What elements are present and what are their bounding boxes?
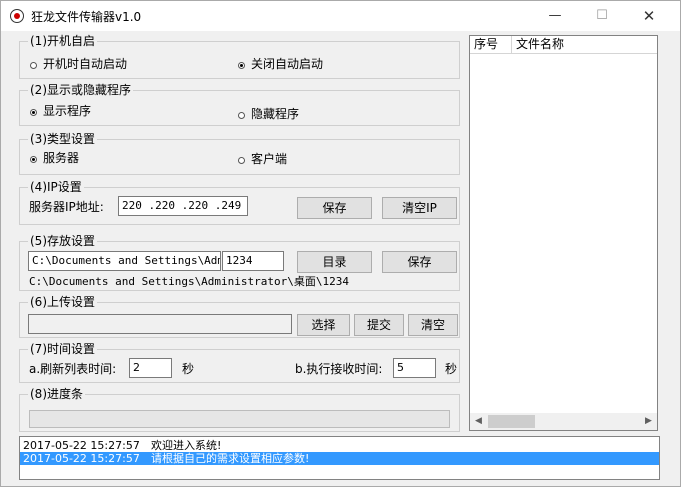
type-server-radio[interactable]: 服务器 [30, 151, 79, 165]
autostart-off-label: 关闭自动启动 [251, 57, 324, 71]
maximize-button[interactable]: ☐ [582, 5, 622, 27]
clear-ip-button[interactable]: 清空IP [382, 197, 457, 219]
autostart-off-radio[interactable]: 关闭自动启动 [238, 57, 323, 71]
display-show-radio[interactable]: 显示程序 [30, 104, 91, 118]
submit-button[interactable]: 提交 [354, 314, 404, 336]
display-hide-radio[interactable]: 隐藏程序 [238, 107, 299, 121]
title-bar[interactable]: 狂龙文件传输器v1.0 — ☐ ✕ [1, 1, 680, 31]
storage-legend: (5)存放设置 [28, 233, 97, 249]
upload-legend: (6)上传设置 [28, 294, 97, 310]
file-list[interactable]: 序号 文件名称 ◀ ▶ [469, 35, 658, 431]
save-storage-button[interactable]: 保存 [382, 251, 457, 273]
display-hide-label: 隐藏程序 [251, 107, 300, 121]
column-header-index[interactable]: 序号 [470, 36, 512, 53]
progress-legend: (8)进度条 [28, 386, 85, 402]
clear-upload-button[interactable]: 清空 [408, 314, 458, 336]
log-entry-selected[interactable]: 2017-05-22 15:27:57 请根据自己的需求设置相应参数! [20, 452, 659, 465]
autostart-group: (1)开机自启 开机时自动启动 关闭自动启动 [19, 33, 460, 79]
storage-full-path: C:\Documents and Settings\Administrator\… [29, 275, 350, 288]
radio-unchecked-icon [30, 62, 37, 69]
type-group: (3)类型设置 服务器 客户端 [19, 131, 460, 175]
upload-path-input[interactable] [28, 314, 292, 334]
type-client-label: 客户端 [251, 152, 288, 166]
log-list[interactable]: 2017-05-22 15:27:57 欢迎进入系统! 2017-05-22 1… [19, 436, 660, 480]
refresh-interval-label: a.刷新列表时间: [29, 362, 117, 376]
window-title: 狂龙文件传输器v1.0 [31, 10, 142, 24]
receive-interval-label: b.执行接收时间: [295, 362, 383, 376]
log-time: 2017-05-22 15:27:57 [23, 439, 140, 452]
radio-checked-icon [238, 62, 245, 69]
log-time: 2017-05-22 15:27:57 [23, 452, 140, 465]
progress-bar [29, 410, 450, 428]
autostart-on-label: 开机时自动启动 [43, 57, 128, 71]
ip-group: (4)IP设置 服务器IP地址: 220 .220 .220 .249 保存 清… [19, 179, 460, 225]
timing-group: (7)时间设置 a.刷新列表时间: 2 秒 b.执行接收时间: 5 秒 [19, 341, 460, 383]
server-ip-label: 服务器IP地址: [29, 200, 104, 214]
server-ip-input[interactable]: 220 .220 .220 .249 [118, 196, 248, 216]
scrollbar-thumb[interactable] [488, 415, 535, 428]
receive-unit-label: 秒 [445, 362, 458, 376]
radio-checked-icon [30, 156, 37, 163]
log-entry[interactable]: 2017-05-22 15:27:57 欢迎进入系统! [20, 439, 659, 452]
refresh-interval-input[interactable]: 2 [129, 358, 172, 378]
app-window: 狂龙文件传输器v1.0 — ☐ ✕ (1)开机自启 开机时自动启动 关闭自动启动… [0, 0, 681, 487]
scroll-right-icon[interactable]: ▶ [640, 413, 657, 430]
autostart-legend: (1)开机自启 [28, 33, 97, 49]
type-client-radio[interactable]: 客户端 [238, 152, 287, 166]
radio-unchecked-icon [238, 112, 245, 119]
storage-path-input[interactable]: C:\Documents and Settings\Admini [28, 251, 221, 271]
type-server-label: 服务器 [43, 151, 80, 165]
horizontal-scrollbar[interactable]: ◀ ▶ [470, 413, 657, 430]
save-ip-button[interactable]: 保存 [297, 197, 372, 219]
radio-checked-icon [30, 109, 37, 116]
display-legend: (2)显示或隐藏程序 [28, 82, 133, 98]
storage-group: (5)存放设置 C:\Documents and Settings\Admini… [19, 233, 460, 291]
type-legend: (3)类型设置 [28, 131, 97, 147]
display-group: (2)显示或隐藏程序 显示程序 隐藏程序 [19, 82, 460, 126]
refresh-unit-label: 秒 [182, 362, 195, 376]
autostart-on-radio[interactable]: 开机时自动启动 [30, 57, 127, 71]
column-header-filename[interactable]: 文件名称 [512, 36, 657, 53]
log-message: 请根据自己的需求设置相应参数! [151, 452, 310, 465]
storage-folder-name-input[interactable]: 1234 [222, 251, 284, 271]
close-button[interactable]: ✕ [629, 5, 669, 27]
ip-legend: (4)IP设置 [28, 179, 84, 195]
directory-button[interactable]: 目录 [297, 251, 372, 273]
select-button[interactable]: 选择 [297, 314, 350, 336]
display-show-label: 显示程序 [43, 104, 92, 118]
timing-legend: (7)时间设置 [28, 341, 97, 357]
scroll-left-icon[interactable]: ◀ [470, 413, 487, 430]
log-message: 欢迎进入系统! [151, 439, 222, 452]
upload-group: (6)上传设置 选择 提交 清空 [19, 294, 460, 338]
progress-group: (8)进度条 [19, 386, 460, 432]
app-logo-icon [10, 9, 24, 23]
file-list-header: 序号 文件名称 [470, 36, 657, 54]
receive-interval-input[interactable]: 5 [393, 358, 436, 378]
radio-unchecked-icon [238, 157, 245, 164]
minimize-button[interactable]: — [535, 5, 575, 27]
